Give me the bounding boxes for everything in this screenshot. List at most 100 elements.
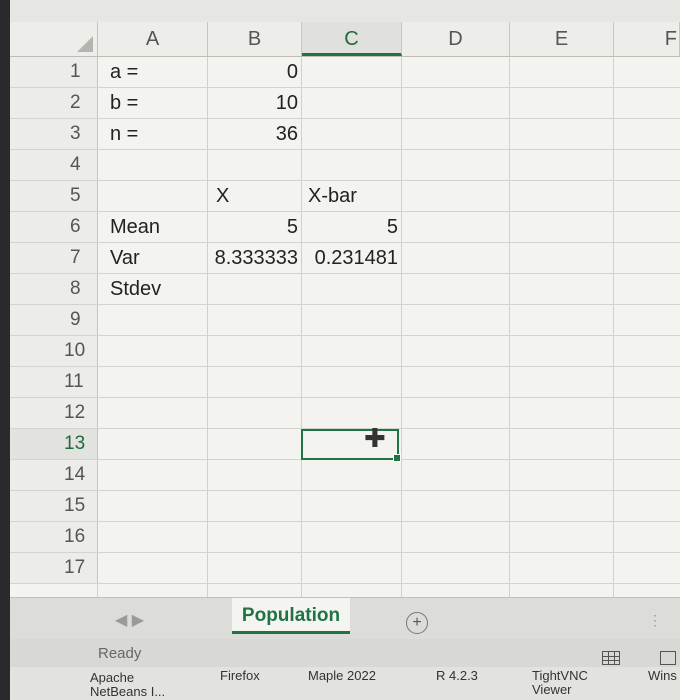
cell-a[interactable]: Var <box>110 243 206 273</box>
select-all-corner[interactable] <box>10 22 98 56</box>
row-header[interactable]: 2 <box>10 88 98 118</box>
sheet-row: 7 Var 8.333333 0.231481 <box>10 243 680 274</box>
taskbar-item-firefox[interactable]: Firefox <box>220 669 260 683</box>
cell-c[interactable] <box>302 274 400 304</box>
cell-a[interactable] <box>110 429 206 459</box>
cell-b[interactable]: 0 <box>208 57 300 87</box>
cell-c[interactable]: 0.231481 <box>302 243 400 273</box>
cell-a[interactable]: Mean <box>110 212 206 242</box>
add-sheet-icon[interactable]: + <box>406 612 428 634</box>
cell-b[interactable]: 10 <box>208 88 300 118</box>
row-header[interactable]: 9 <box>10 305 98 335</box>
cell-b[interactable]: X <box>208 181 300 211</box>
cell-c[interactable] <box>302 460 400 490</box>
sheet-nav-arrows[interactable]: ◀ ▶ <box>115 610 144 630</box>
cell-a[interactable]: b = <box>110 88 206 118</box>
cell-c[interactable] <box>302 367 400 397</box>
cell-b[interactable] <box>208 305 300 335</box>
cell-c[interactable] <box>302 336 400 366</box>
row-header[interactable]: 7 <box>10 243 98 273</box>
cell-a[interactable]: a = <box>110 57 206 87</box>
taskbar-item-tightvnc[interactable]: TightVNC Viewer <box>532 669 602 697</box>
sheet-row: 16 <box>10 522 680 553</box>
sheet-tab-bar: ◀ ▶ Population + ⋮ <box>10 597 680 640</box>
cell-b[interactable] <box>208 460 300 490</box>
cell-c[interactable] <box>302 88 400 118</box>
cell-a[interactable] <box>110 398 206 428</box>
cell-b[interactable] <box>208 522 300 552</box>
cell-b[interactable] <box>208 429 300 459</box>
row-header[interactable]: 12 <box>10 398 98 428</box>
cell-c[interactable]: X-bar <box>302 181 400 211</box>
cell-a[interactable] <box>110 367 206 397</box>
cell-c[interactable] <box>302 57 400 87</box>
cell-b[interactable]: 8.333333 <box>208 243 300 273</box>
sheet-tab-population[interactable]: Population <box>232 598 350 634</box>
fill-handle[interactable] <box>393 454 401 462</box>
more-options-icon[interactable]: ⋮ <box>648 612 662 629</box>
normal-view-icon[interactable] <box>602 651 620 665</box>
cell-c[interactable] <box>302 491 400 521</box>
cell-c[interactable] <box>302 522 400 552</box>
row-header[interactable]: 14 <box>10 460 98 490</box>
row-header[interactable]: 4 <box>10 150 98 180</box>
cell-b[interactable] <box>208 367 300 397</box>
row-header[interactable]: 13 <box>10 429 98 459</box>
row-header[interactable]: 6 <box>10 212 98 242</box>
sheet-row: 10 <box>10 336 680 367</box>
row-header[interactable]: 15 <box>10 491 98 521</box>
column-header-e[interactable]: E <box>510 22 614 56</box>
row-header[interactable]: 3 <box>10 119 98 149</box>
cell-b[interactable] <box>208 553 300 583</box>
row-header[interactable]: 8 <box>10 274 98 304</box>
column-header-c[interactable]: C <box>302 22 402 56</box>
cell-a[interactable] <box>110 336 206 366</box>
column-header-a[interactable]: A <box>98 22 208 56</box>
cell-c[interactable] <box>302 305 400 335</box>
sheet-row: 8 Stdev <box>10 274 680 305</box>
column-header-b[interactable]: B <box>208 22 302 56</box>
cell-b[interactable]: 36 <box>208 119 300 149</box>
row-header[interactable]: 10 <box>10 336 98 366</box>
cell-c[interactable]: 5 <box>302 212 400 242</box>
cell-b[interactable] <box>208 336 300 366</box>
cell-c[interactable] <box>302 150 400 180</box>
sheet-row: 11 <box>10 367 680 398</box>
taskbar-item-netbeans[interactable]: Apache NetBeans I... <box>90 671 180 699</box>
row-header[interactable]: 16 <box>10 522 98 552</box>
taskbar-item-wins[interactable]: Wins <box>648 669 677 683</box>
cell-a[interactable] <box>110 522 206 552</box>
status-bar: Ready <box>10 639 680 667</box>
column-header-d[interactable]: D <box>402 22 510 56</box>
cell-b[interactable]: 5 <box>208 212 300 242</box>
taskbar-item-r[interactable]: R 4.2.3 <box>436 669 478 683</box>
cell-b[interactable] <box>208 491 300 521</box>
row-header[interactable]: 5 <box>10 181 98 211</box>
cell-grid: 1a = 0 2 b = 10 3 n = 36 4 5 X X-bar 6 Mean 5 5 7 Var 8.33… <box>10 57 680 597</box>
cell-a[interactable] <box>110 150 206 180</box>
cell-a[interactable]: Stdev <box>110 274 206 304</box>
column-header-f[interactable]: F <box>614 22 680 56</box>
cell-c[interactable] <box>302 553 400 583</box>
cell-a[interactable] <box>110 460 206 490</box>
cell-b[interactable] <box>208 274 300 304</box>
column-header-row: A B C D E F <box>10 22 680 57</box>
sheet-row: 4 <box>10 150 680 181</box>
cell-a[interactable] <box>110 181 206 211</box>
row-header[interactable]: 17 <box>10 553 98 583</box>
cell-b[interactable] <box>208 150 300 180</box>
taskbar-item-maple[interactable]: Maple 2022 <box>308 669 376 683</box>
sheet-row: 12 <box>10 398 680 429</box>
page-layout-view-icon[interactable] <box>660 651 676 665</box>
cell-a[interactable] <box>110 491 206 521</box>
row-header[interactable]: 1 <box>10 57 98 87</box>
cell-a[interactable] <box>110 553 206 583</box>
cell-a[interactable]: n = <box>110 119 206 149</box>
cell-cursor-icon: ✚ <box>364 423 386 453</box>
sheet-row: 6 Mean 5 5 <box>10 212 680 243</box>
row-header[interactable]: 11 <box>10 367 98 397</box>
cell-b[interactable] <box>208 398 300 428</box>
cell-c[interactable] <box>302 119 400 149</box>
status-text: Ready <box>98 645 142 662</box>
cell-a[interactable] <box>110 305 206 335</box>
